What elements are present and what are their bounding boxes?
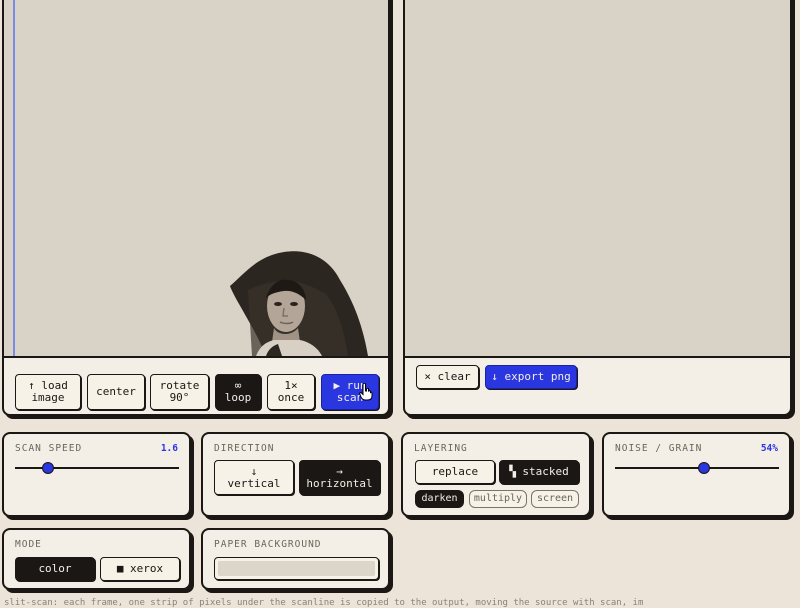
scan-speed-value: 1.6 bbox=[160, 443, 178, 454]
portrait-image bbox=[230, 251, 368, 356]
source-panel: ↑ load image center rotate 90° ∞ loop 1×… bbox=[2, 0, 390, 416]
center-button[interactable]: center bbox=[87, 374, 145, 410]
noise-panel: NOISE / GRAIN 54% bbox=[602, 432, 791, 517]
stacked-option[interactable]: ▚ stacked bbox=[499, 460, 579, 484]
horizontal-option[interactable]: → horizontal bbox=[299, 460, 380, 495]
noise-thumb[interactable] bbox=[697, 462, 710, 474]
footer-caption: slit-scan: each frame, one strip of pixe… bbox=[4, 598, 644, 608]
blend-multiply[interactable]: multiply bbox=[469, 490, 527, 508]
output-canvas bbox=[405, 0, 790, 358]
layering-panel: LAYERING replace ▚ stacked darken multip… bbox=[401, 432, 591, 517]
load-image-button[interactable]: ↑ load image bbox=[15, 374, 81, 410]
loop-button[interactable]: ∞ loop bbox=[215, 374, 261, 410]
scanline bbox=[13, 0, 15, 356]
clear-button[interactable]: × clear bbox=[416, 365, 479, 389]
source-canvas[interactable] bbox=[4, 0, 388, 358]
xerox-option[interactable]: ■ xerox bbox=[100, 557, 180, 581]
blend-darken[interactable]: darken bbox=[415, 490, 464, 508]
layering-label: LAYERING bbox=[414, 443, 468, 454]
paper-background-panel: PAPER BACKGROUND bbox=[201, 528, 390, 590]
once-button[interactable]: 1× once bbox=[267, 374, 315, 410]
mode-panel: MODE color ■ xerox bbox=[2, 528, 191, 590]
mode-label: MODE bbox=[15, 539, 42, 550]
output-panel: × clear ↓ export png bbox=[403, 0, 792, 416]
replace-option[interactable]: replace bbox=[415, 460, 495, 484]
direction-panel: DIRECTION ↓ vertical → horizontal bbox=[201, 432, 390, 517]
blend-screen[interactable]: screen bbox=[531, 490, 579, 508]
hand-cursor-icon bbox=[359, 383, 373, 401]
scan-speed-thumb[interactable] bbox=[41, 462, 54, 474]
noise-value: 54% bbox=[760, 443, 778, 454]
color-option[interactable]: color bbox=[15, 557, 95, 581]
rotate-button[interactable]: rotate 90° bbox=[150, 374, 209, 410]
vertical-option[interactable]: ↓ vertical bbox=[214, 460, 294, 495]
noise-label: NOISE / GRAIN bbox=[615, 443, 703, 454]
export-png-button[interactable]: ↓ export png bbox=[485, 365, 577, 389]
scan-speed-track[interactable] bbox=[15, 467, 179, 469]
paper-color-swatch bbox=[218, 561, 375, 576]
scan-speed-panel: SCAN SPEED 1.6 bbox=[2, 432, 191, 517]
paper-background-label: PAPER BACKGROUND bbox=[214, 539, 322, 550]
paper-color-picker[interactable] bbox=[214, 557, 379, 580]
direction-label: DIRECTION bbox=[214, 443, 275, 454]
scan-speed-label: SCAN SPEED bbox=[15, 443, 83, 454]
